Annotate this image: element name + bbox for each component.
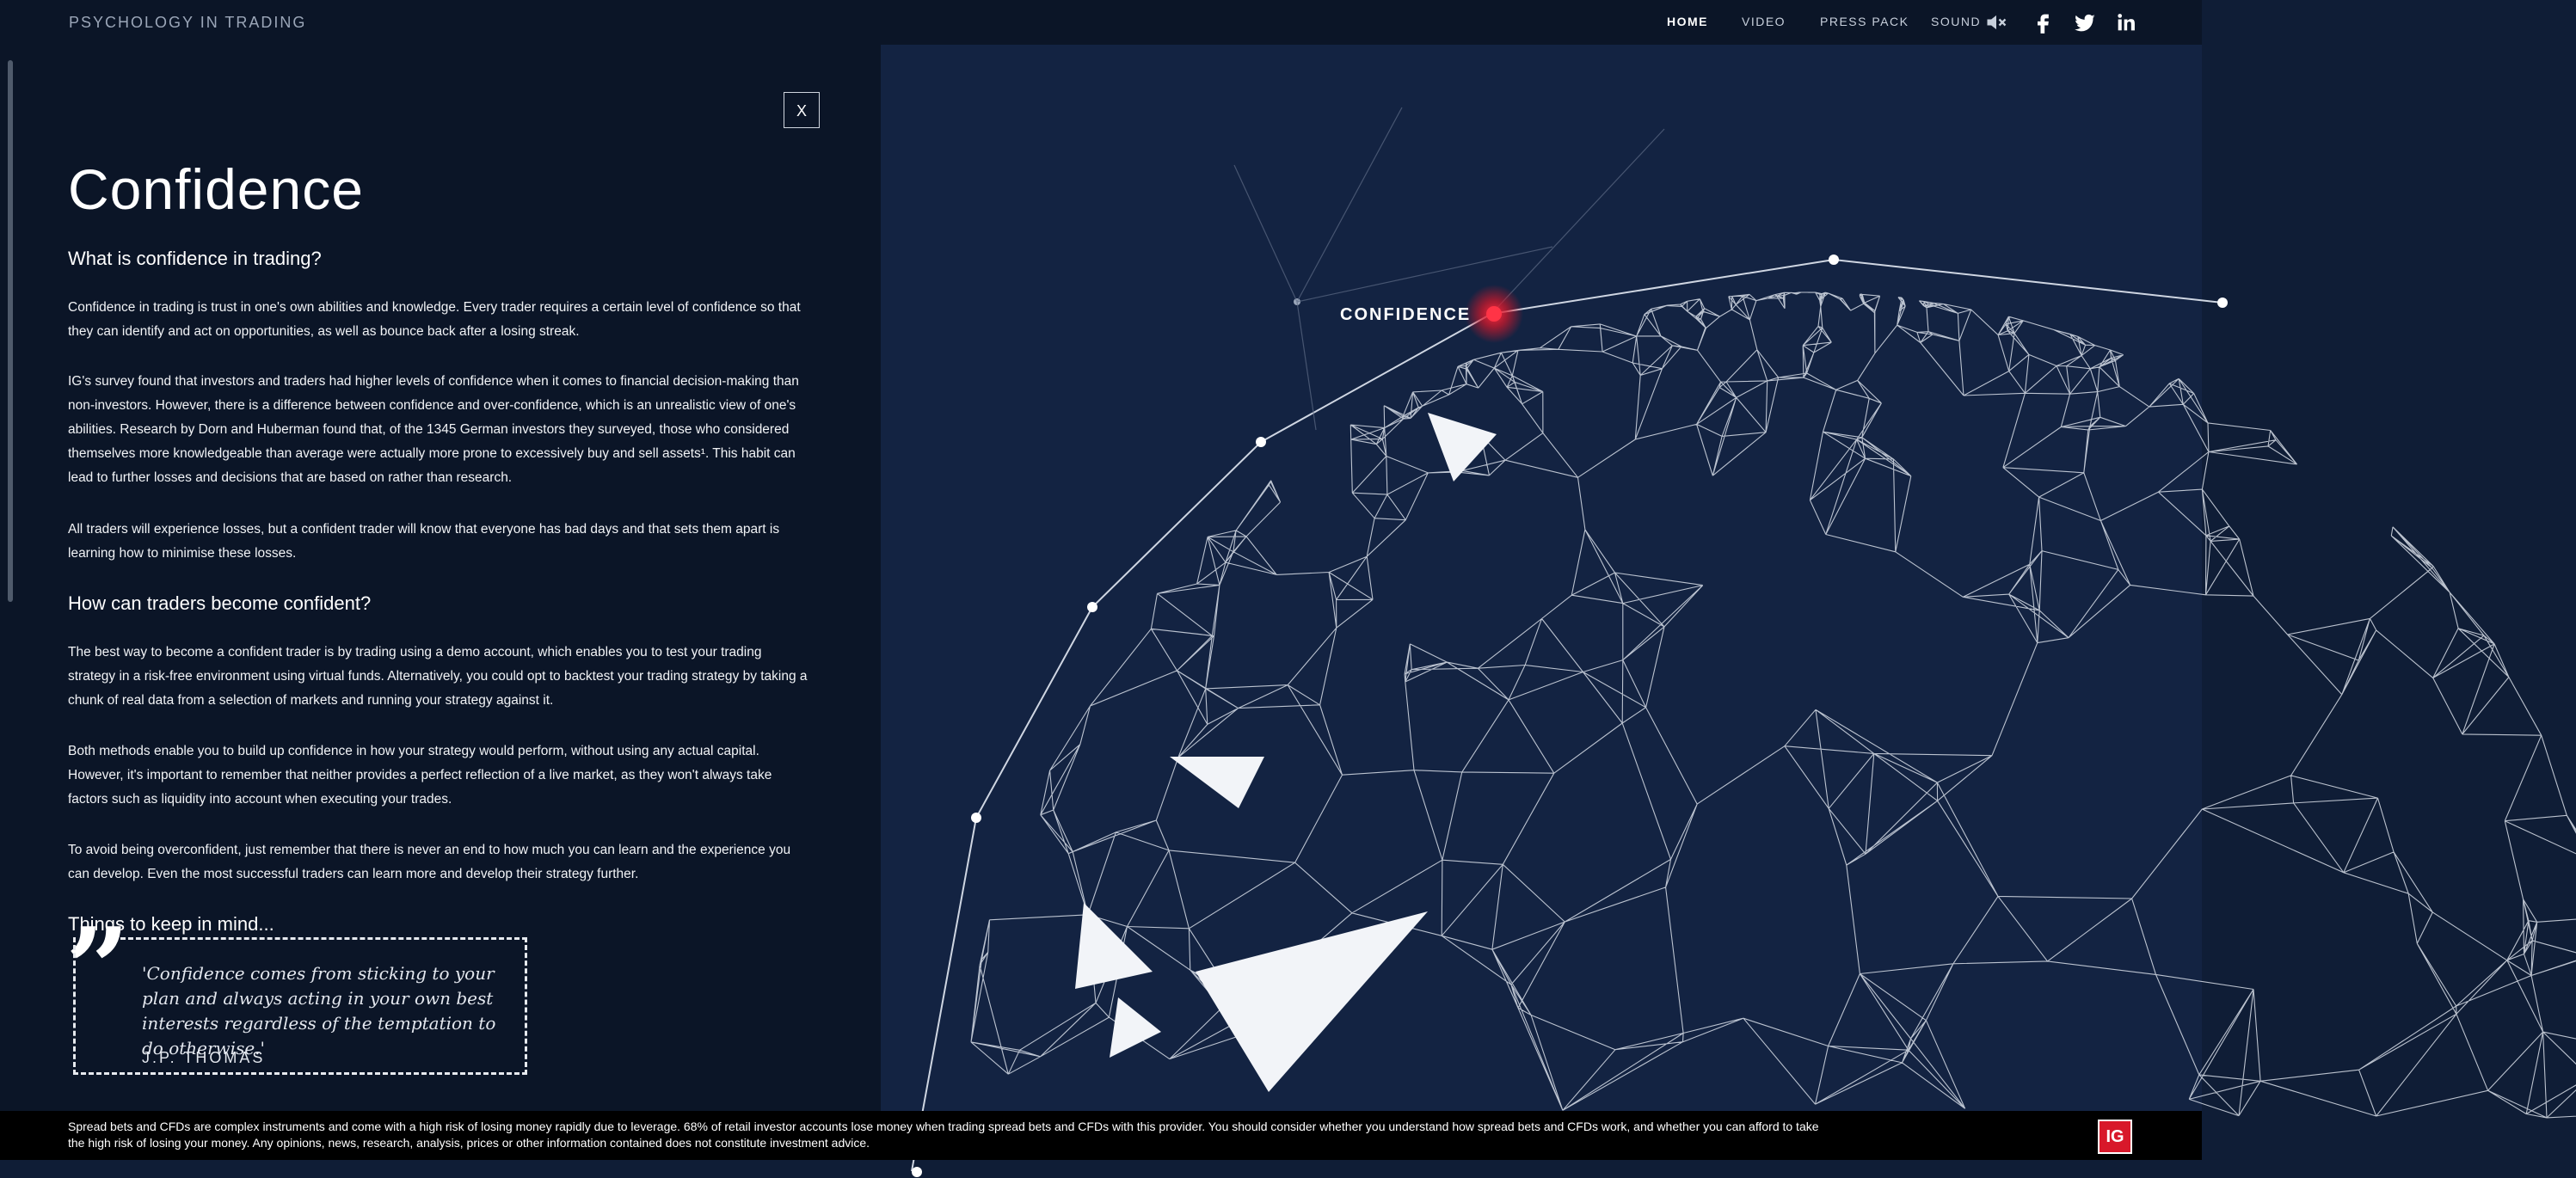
paragraph: Both methods enable you to build up conf… — [68, 744, 772, 807]
close-button[interactable]: X — [784, 92, 820, 128]
connector-line-left — [911, 313, 1492, 1172]
page-title: Confidence — [68, 157, 364, 221]
linkedin-icon[interactable] — [2114, 10, 2138, 34]
paragraph: Confidence in trading is trust in one's … — [68, 300, 801, 339]
quote-box-border — [120, 937, 527, 940]
paragraph: All traders will experience losses, but … — [68, 522, 780, 561]
nav-sound[interactable]: SOUND — [1931, 15, 1981, 28]
section-heading: What is confidence in trading? — [68, 248, 322, 269]
globe-facet — [1196, 911, 1428, 1092]
ig-logo[interactable]: IG — [2098, 1120, 2132, 1154]
risk-disclaimer-bar: Spread bets and CFDs are complex instrum… — [0, 1111, 2202, 1160]
main-nav: HOME VIDEO PRESS PACK SOUND — [0, 0, 2202, 45]
nav-video[interactable]: VIDEO — [1742, 15, 1786, 28]
twitter-icon[interactable] — [2073, 10, 2097, 34]
paragraph: The best way to become a confident trade… — [68, 645, 808, 708]
quote-author: J.P. THOMAS — [142, 1049, 266, 1066]
connector-line-top — [1491, 258, 2223, 315]
paragraph: IG's survey found that investors and tra… — [68, 374, 799, 485]
node-point[interactable] — [1256, 437, 1266, 447]
confidence-node-label[interactable]: CONFIDENCE — [1340, 305, 1471, 325]
node-point[interactable] — [2217, 298, 2228, 308]
globe-facet — [1170, 757, 1264, 808]
node-point[interactable] — [1829, 255, 1839, 265]
nav-home[interactable]: HOME — [1667, 15, 1708, 28]
paragraph: To avoid being overconfident, just remem… — [68, 843, 791, 881]
facebook-icon[interactable] — [2032, 10, 2056, 34]
globe-facet — [1075, 903, 1153, 989]
top-navigation-bar: PSYCHOLOGY IN TRADING HOME VIDEO PRESS P… — [0, 0, 2202, 45]
confidence-hotspot-core[interactable] — [1486, 306, 1502, 322]
globe-facet — [1110, 997, 1161, 1058]
risk-disclaimer-text: Spread bets and CFDs are complex instrum… — [68, 1120, 1819, 1150]
section-heading: How can traders become confident? — [68, 592, 372, 614]
node-point[interactable] — [1087, 602, 1097, 612]
sound-muted-icon[interactable] — [1984, 10, 2008, 34]
scrollbar[interactable] — [8, 60, 13, 602]
nav-press-pack[interactable]: PRESS PACK — [1820, 15, 1909, 28]
globe-facet — [1428, 413, 1497, 482]
node-point[interactable] — [971, 813, 981, 823]
node-point[interactable] — [912, 1167, 922, 1177]
quote-text: 'Confidence comes from sticking to your … — [142, 963, 496, 1058]
